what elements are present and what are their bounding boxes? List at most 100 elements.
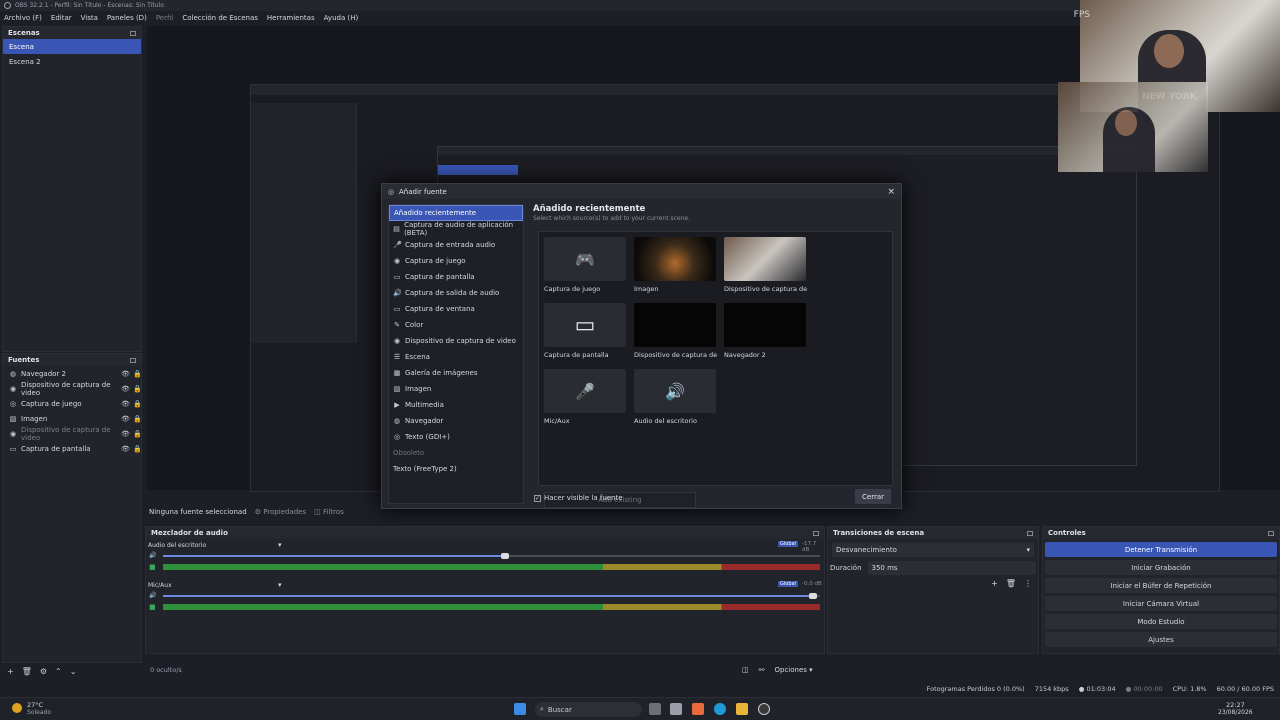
task-view-icon[interactable] [649, 703, 661, 715]
explorer-icon[interactable] [736, 703, 748, 715]
obs-taskbar-icon[interactable] [758, 703, 770, 715]
source-type-item[interactable]: ◍ Navegador [389, 413, 523, 429]
eye-icon[interactable]: 👁 [121, 385, 130, 393]
lock-icon[interactable]: 🔒 [133, 430, 142, 438]
duration-input[interactable]: 350 ms [867, 561, 1036, 575]
source-type-item[interactable]: ✎ Color [389, 317, 523, 333]
source-item[interactable]: ◎ Captura de juego 👁 🔒 [3, 396, 142, 411]
recent-source-card[interactable]: 🎮 Captura de juego [544, 237, 628, 297]
volume-slider-knob[interactable] [500, 553, 509, 559]
source-type-item[interactable]: ◉ Captura de juego [389, 253, 523, 269]
float-icon[interactable] [130, 30, 136, 36]
lock-icon[interactable]: 🔒 [133, 415, 142, 423]
eye-icon[interactable]: 👁 [121, 430, 130, 438]
close-icon[interactable]: × [887, 187, 895, 197]
close-button[interactable]: Cerrar [855, 489, 891, 504]
source-type-item[interactable]: ▭ Captura de pantalla [389, 269, 523, 285]
copilot-icon[interactable] [692, 703, 704, 715]
source-item[interactable]: ◍ Navegador 2 👁 🔒 [3, 366, 142, 381]
filters-button[interactable]: ◫ Filtros [314, 508, 344, 516]
menu-item[interactable]: Editar [51, 14, 72, 22]
menu-item[interactable]: Archivo (F) [4, 14, 42, 22]
taskbar-search[interactable]: ⌕ Buscar [535, 702, 642, 717]
volume-slider-track[interactable] [163, 593, 820, 599]
recent-source-card[interactable]: Imagen [634, 237, 718, 297]
source-type-item[interactable]: 🔊 Captura de salida de audio [389, 285, 523, 301]
control-button[interactable]: Iniciar Grabación [1045, 560, 1277, 575]
trash-icon[interactable]: 🗑 [22, 667, 32, 676]
transition-select[interactable]: Desvanecimiento ▾ [832, 543, 1034, 557]
source-type-item[interactable]: ▤ Captura de audio de aplicación (BETA) [389, 221, 523, 237]
edge-icon[interactable] [714, 703, 726, 715]
control-button[interactable]: Iniciar Cámara Virtual [1045, 596, 1277, 611]
eye-icon[interactable]: 👁 [121, 400, 130, 408]
channel-menu-icon[interactable]: ▾ [278, 541, 282, 549]
float-icon[interactable] [1268, 530, 1274, 536]
recent-source-card[interactable]: Dispositivo de captura de v [724, 237, 808, 297]
source-type-item[interactable]: ▶ Multimedia [389, 397, 523, 413]
lock-icon[interactable]: 🔒 [133, 385, 142, 393]
source-type-item[interactable]: ◎ Texto (GDI+) [389, 429, 523, 445]
scene-item[interactable]: Escena [3, 39, 141, 54]
lock-icon[interactable]: 🔒 [133, 445, 142, 453]
layout-icon[interactable]: ◫ [742, 666, 749, 674]
speaker-icon[interactable]: 🔊 [149, 552, 156, 559]
control-button[interactable]: Iniciar el Búfer de Repetición [1045, 578, 1277, 593]
options-button[interactable]: Opciones ▾ [775, 666, 813, 674]
source-item[interactable]: ▨ Imagen 👁 🔒 [3, 411, 142, 426]
source-item[interactable]: ◉ Dispositivo de captura de video 👁 🔒 [3, 426, 142, 442]
eye-icon[interactable]: 👁 [121, 415, 130, 423]
source-type-item[interactable]: ▭ Captura de ventana [389, 301, 523, 317]
source-type-item[interactable]: ▨ Imagen [389, 381, 523, 397]
lock-icon[interactable]: 🔒 [133, 400, 142, 408]
volume-slider-track[interactable] [163, 553, 820, 559]
recent-source-card[interactable]: Dispositivo de captura de v [634, 303, 718, 363]
channel-menu-icon[interactable]: ▾ [278, 581, 282, 589]
add-icon[interactable]: + [7, 667, 14, 676]
link-icon[interactable]: ⚯ [759, 666, 765, 674]
add-icon[interactable]: + [991, 579, 998, 588]
lock-icon[interactable]: 🔒 [133, 370, 142, 378]
source-type-item[interactable]: Texto (FreeType 2) [389, 461, 523, 477]
properties-button[interactable]: ⚙ Propiedades [255, 508, 306, 516]
float-icon[interactable] [130, 357, 136, 363]
recent-source-card[interactable]: 🎤 Mic/Aux [544, 369, 628, 429]
monitor-toggle-icon[interactable]: ■ [149, 603, 156, 611]
menu-item[interactable]: Colección de Escenas [182, 14, 258, 22]
float-icon[interactable] [1027, 530, 1033, 536]
recent-source-card[interactable]: Navegador 2 [724, 303, 808, 363]
source-item[interactable]: ◉ Dispositivo de captura de video 👁 🔒 [3, 381, 142, 397]
gear-icon[interactable]: ⚙ [40, 667, 47, 676]
source-item[interactable]: ▭ Captura de pantalla 👁 🔒 [3, 441, 142, 456]
menu-item[interactable]: Vista [81, 14, 98, 22]
store-icon[interactable] [670, 703, 682, 715]
eye-icon[interactable]: 👁 [121, 445, 130, 453]
menu-item[interactable]: Paneles (D) [107, 14, 147, 22]
down-icon[interactable]: ⌄ [70, 667, 77, 676]
control-button[interactable]: Ajustes [1045, 632, 1277, 647]
trash-icon[interactable]: 🗑 [1006, 579, 1016, 588]
recent-source-card[interactable]: 🔊 Audio del escritorio [634, 369, 718, 429]
eye-icon[interactable]: 👁 [121, 370, 130, 378]
source-type-item[interactable]: ◉ Dispositivo de captura de video [389, 333, 523, 349]
monitor-toggle-icon[interactable]: ■ [149, 563, 156, 571]
source-type-item[interactable]: ▦ Galería de imágenes [389, 365, 523, 381]
menu-item[interactable]: Herramientas [267, 14, 315, 22]
control-button[interactable]: Modo Estudio [1045, 614, 1277, 629]
scene-item[interactable]: Escena 2 [3, 54, 141, 69]
up-icon[interactable]: ⌃ [55, 667, 62, 676]
speaker-icon[interactable]: 🔊 [149, 592, 156, 599]
more-icon[interactable]: ⋮ [1024, 579, 1032, 588]
control-button[interactable]: Detener Transmisión [1045, 542, 1277, 557]
float-icon[interactable] [813, 530, 819, 536]
windows-start-icon[interactable] [514, 703, 526, 715]
taskbar: 27°C Soleado ⌕ Buscar 22:27 23/08/2026 [0, 697, 1280, 720]
menu-item[interactable]: Perfil [156, 14, 174, 22]
recent-source-card[interactable]: ▭ Captura de pantalla [544, 303, 628, 363]
visible-checkbox[interactable]: ✓ Hacer visible la fuente [534, 494, 623, 502]
source-type-item[interactable]: Añadido recientemente [389, 205, 523, 221]
volume-slider-knob[interactable] [809, 593, 818, 599]
menu-item[interactable]: Ayuda (H) [324, 14, 359, 22]
source-type-item[interactable]: 🎤 Captura de entrada audio [389, 237, 523, 253]
source-type-item[interactable]: ☰ Escena [389, 349, 523, 365]
